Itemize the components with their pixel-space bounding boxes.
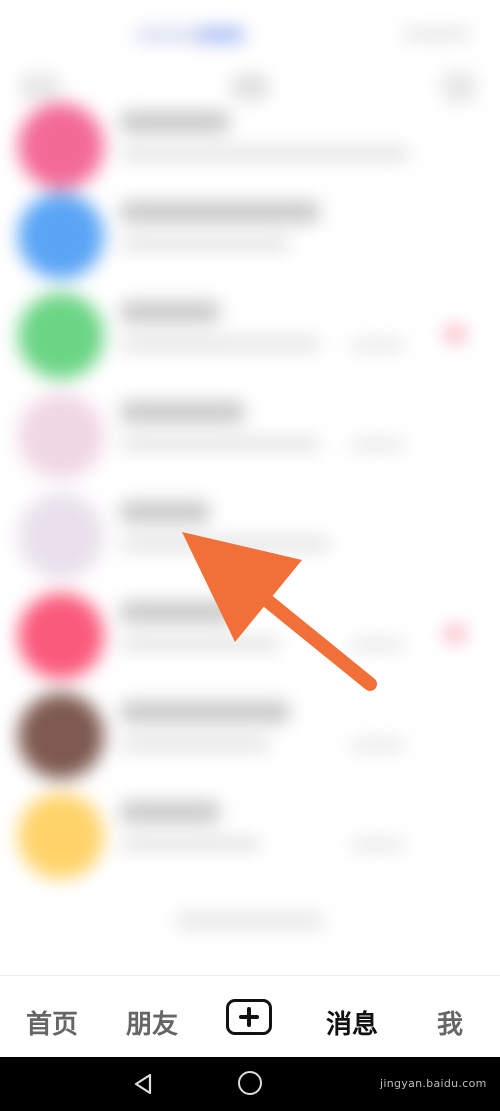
watermark: jingyan.baidu.com <box>380 1077 487 1090</box>
status-icons <box>402 28 472 40</box>
load-more-text <box>175 912 325 930</box>
conversation-item[interactable] <box>0 585 500 685</box>
conversation-item[interactable] <box>0 285 500 385</box>
conversation-item[interactable] <box>0 385 500 485</box>
tab-friends[interactable]: 朋友 <box>122 1004 182 1041</box>
conversation-item[interactable] <box>0 485 500 585</box>
blurred-message-list <box>0 0 500 975</box>
tab-me[interactable]: 我 <box>430 1004 470 1041</box>
status-bar <box>0 0 500 60</box>
system-nav-bar: jingyan.baidu.com <box>0 1057 500 1111</box>
tab-messages[interactable]: 消息 <box>322 1004 382 1041</box>
app-screen: 首页 朋友 消息 我 jingyan.baidu.com <box>0 0 500 1111</box>
add-button[interactable] <box>226 999 272 1035</box>
conversation-item[interactable] <box>0 185 500 285</box>
conversation-item[interactable] <box>0 685 500 785</box>
avatar <box>18 103 104 189</box>
status-indicator <box>135 28 245 42</box>
conversation-item[interactable] <box>0 785 500 885</box>
avatar <box>18 593 104 679</box>
avatar <box>18 193 104 279</box>
conversation-item[interactable] <box>0 95 500 195</box>
avatar <box>18 393 104 479</box>
triangle-back-icon[interactable] <box>132 1072 154 1096</box>
avatar <box>18 293 104 379</box>
circle-home-icon[interactable] <box>238 1071 262 1095</box>
tab-home[interactable]: 首页 <box>22 1004 82 1041</box>
unread-badge <box>444 625 466 643</box>
avatar <box>18 493 104 579</box>
avatar <box>18 693 104 779</box>
avatar <box>18 793 104 879</box>
unread-badge <box>444 325 466 343</box>
bottom-tab-bar: 首页 朋友 消息 我 <box>0 975 500 1058</box>
